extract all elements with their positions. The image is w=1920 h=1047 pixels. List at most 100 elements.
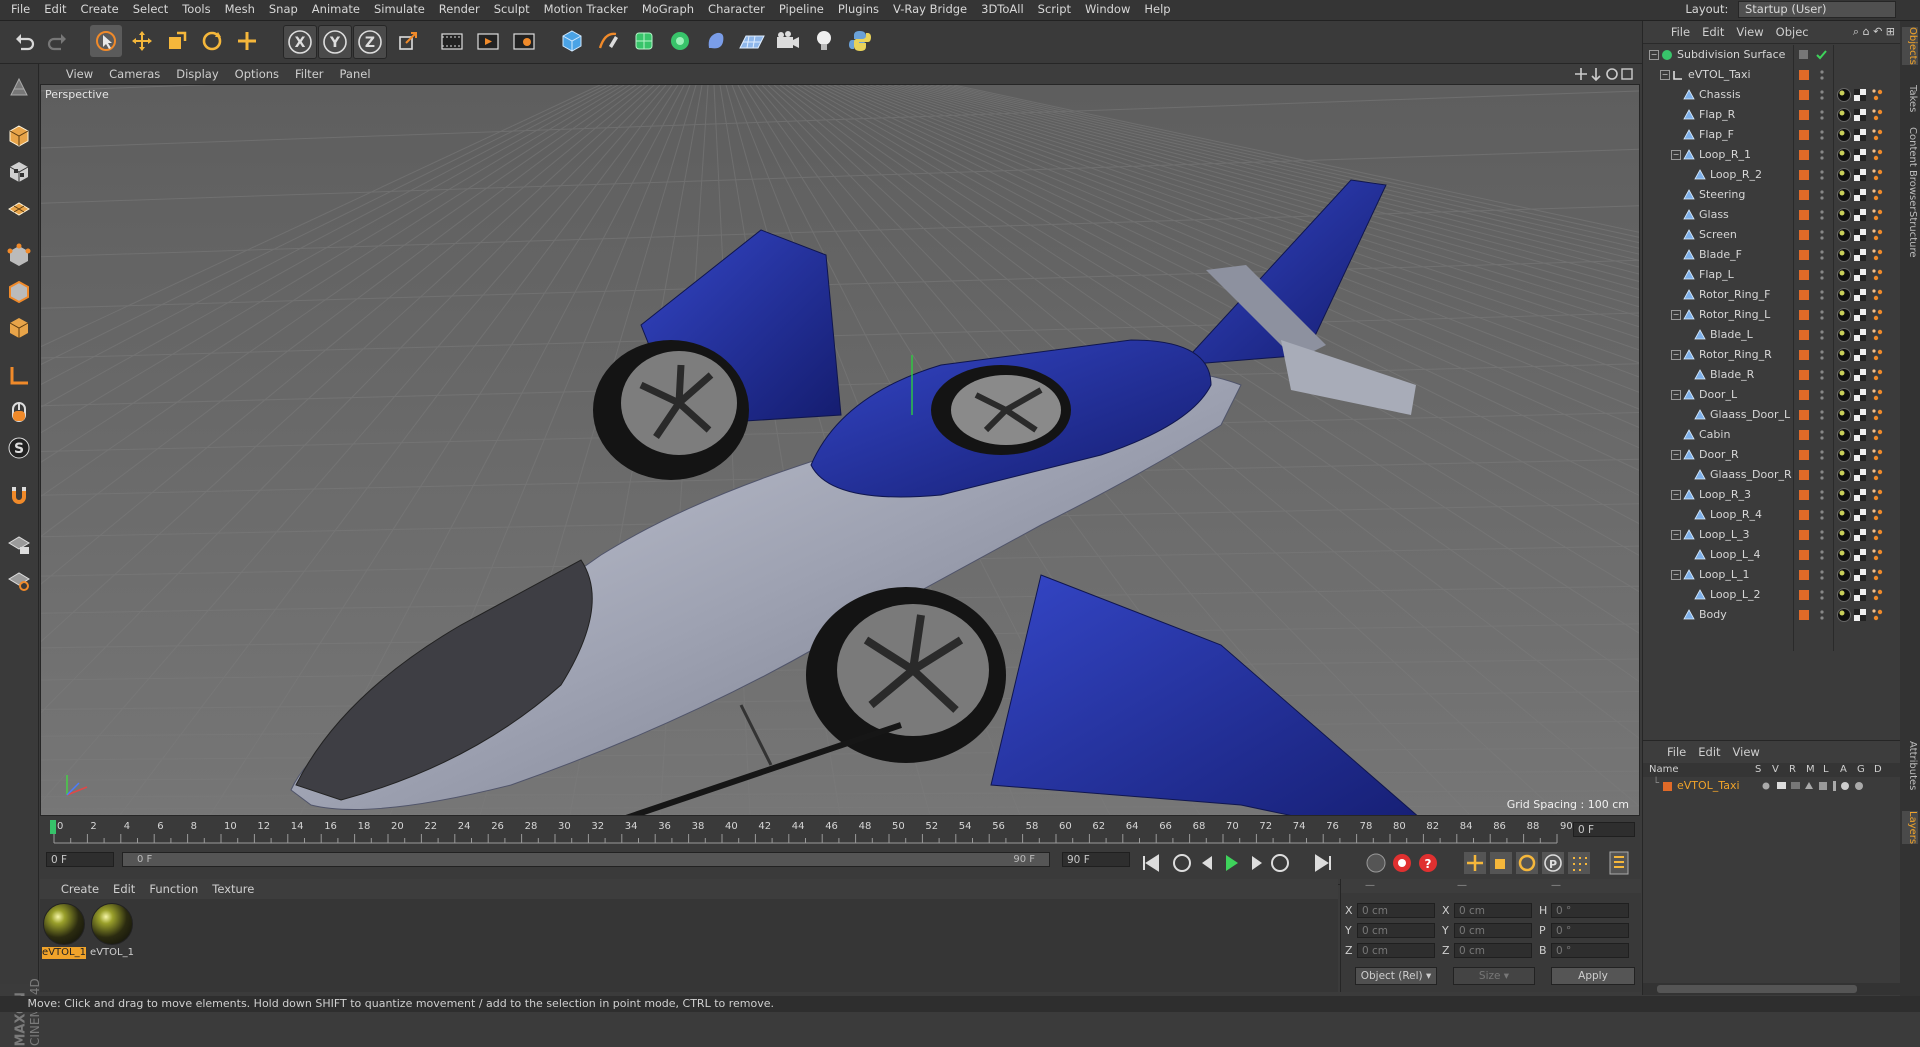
texture-tag-icon[interactable]	[1854, 129, 1866, 141]
coord-value-field[interactable]: 0 cm	[1357, 943, 1435, 958]
layer-color-swatch[interactable]	[1799, 330, 1809, 340]
make-editable-icon[interactable]	[3, 72, 35, 104]
material-tag-icon[interactable]	[1837, 588, 1851, 602]
side-tab-structure[interactable]: Structure	[1902, 211, 1918, 258]
layer-color-swatch[interactable]	[1799, 450, 1809, 460]
layer-color-swatch[interactable]	[1799, 270, 1809, 280]
deformer-icon[interactable]	[700, 25, 732, 57]
object-tags[interactable]	[1836, 507, 1896, 523]
viewport-menu-options[interactable]: Options	[227, 64, 287, 84]
expand-toggle[interactable]: −	[1671, 310, 1681, 320]
edges-mode-icon[interactable]	[3, 276, 35, 308]
next-frame-icon[interactable]	[1252, 856, 1262, 870]
texture-tag-icon[interactable]	[1854, 289, 1866, 301]
layer-color-swatch[interactable]	[1663, 782, 1672, 791]
object-row[interactable]: Glaass_Door_R	[1643, 465, 1901, 485]
phong-tag-icon[interactable]	[1872, 149, 1883, 161]
visibility-dots[interactable]	[1819, 428, 1829, 442]
next-key-icon[interactable]	[1271, 854, 1289, 872]
size-mode-dropdown[interactable]: Size ▾	[1453, 967, 1535, 985]
object-row[interactable]: Glaass_Door_L	[1643, 405, 1901, 425]
visibility-dots[interactable]	[1819, 108, 1829, 122]
menu-help[interactable]: Help	[1137, 0, 1177, 19]
viewport-menu-panel[interactable]: Panel	[332, 64, 379, 84]
coord-value-field[interactable]: 0 cm	[1454, 923, 1532, 938]
layer-column-header[interactable]: R	[1789, 763, 1796, 777]
texture-tag-icon[interactable]	[1854, 89, 1866, 101]
texture-tag-icon[interactable]	[1854, 169, 1866, 181]
layer-color-swatch[interactable]	[1799, 550, 1809, 560]
object-row[interactable]: Screen	[1643, 225, 1901, 245]
object-menu-edit[interactable]: Edit	[1696, 21, 1730, 43]
phong-tag-icon[interactable]	[1872, 609, 1883, 621]
phong-tag-icon[interactable]	[1872, 329, 1883, 341]
model-mode-icon[interactable]	[3, 120, 35, 152]
rotation-key-icon[interactable]	[1516, 852, 1538, 874]
object-row[interactable]: Loop_L_2	[1643, 585, 1901, 605]
rotate-tool-icon[interactable]	[196, 25, 228, 57]
object-tags[interactable]	[1836, 107, 1896, 123]
menu-script[interactable]: Script	[1031, 0, 1078, 19]
material-menu-create[interactable]: Create	[54, 879, 106, 899]
object-row[interactable]: Loop_L_4	[1643, 545, 1901, 565]
texture-tag-icon[interactable]	[1854, 229, 1866, 241]
menu-create[interactable]: Create	[74, 0, 126, 19]
object-row[interactable]: − Rotor_Ring_L	[1643, 305, 1901, 325]
parameter-key-icon[interactable]: P	[1542, 852, 1564, 874]
material-tag-icon[interactable]	[1837, 408, 1851, 422]
layer-color-swatch[interactable]	[1799, 190, 1809, 200]
layer-column-header[interactable]: Name	[1649, 763, 1679, 777]
texture-tag-icon[interactable]	[1854, 269, 1866, 281]
material-tag-icon[interactable]	[1837, 328, 1851, 342]
texture-tag-icon[interactable]	[1854, 469, 1866, 481]
object-tags[interactable]	[1836, 587, 1896, 603]
visibility-dots[interactable]	[1819, 268, 1829, 282]
visibility-dots[interactable]	[1819, 448, 1829, 462]
texture-tag-icon[interactable]	[1854, 109, 1866, 121]
expand-toggle[interactable]: −	[1671, 350, 1681, 360]
object-row[interactable]: − Loop_L_1	[1643, 565, 1901, 585]
viewport-menu-filter[interactable]: Filter	[287, 64, 331, 84]
coordinate-system-icon[interactable]	[392, 25, 424, 57]
phong-tag-icon[interactable]	[1872, 469, 1883, 481]
visibility-dots[interactable]	[1819, 508, 1829, 522]
visibility-dots[interactable]	[1819, 368, 1829, 382]
visibility-dots[interactable]	[1819, 468, 1829, 482]
workplane-icon[interactable]	[3, 192, 35, 224]
menu-render[interactable]: Render	[432, 0, 487, 19]
visibility-dots[interactable]	[1819, 88, 1829, 102]
side-tab-layers[interactable]: Layers	[1902, 811, 1918, 845]
object-row[interactable]: Steering	[1643, 185, 1901, 205]
visibility-dots[interactable]	[1819, 208, 1829, 222]
menu-simulate[interactable]: Simulate	[367, 0, 432, 19]
home-icon[interactable]: ⌂	[1863, 25, 1870, 38]
menu-animate[interactable]: Animate	[305, 0, 367, 19]
layer-color-swatch[interactable]	[1799, 490, 1809, 500]
timeline-ruler[interactable]: 0 2 4 6 8 10 12 14 16 18 20 22 24 26 28 30 32 34 36 38 40 42 4…	[40, 816, 1640, 850]
apply-button[interactable]: Apply	[1551, 967, 1635, 985]
menu-plugins[interactable]: Plugins	[831, 0, 886, 19]
move-tool-icon[interactable]	[126, 25, 158, 57]
record-keys-icon[interactable]	[1366, 853, 1386, 873]
object-tags[interactable]	[1836, 367, 1896, 383]
object-row[interactable]: Flap_L	[1643, 265, 1901, 285]
object-tags[interactable]	[1836, 287, 1896, 303]
phong-tag-icon[interactable]	[1872, 89, 1883, 101]
object-row[interactable]: Loop_R_4	[1643, 505, 1901, 525]
perspective-viewport[interactable]: Perspective Grid Spacing : 100 cm	[40, 84, 1640, 816]
object-row[interactable]: Glass	[1643, 205, 1901, 225]
material-tag-icon[interactable]	[1837, 228, 1851, 242]
visibility-dots[interactable]	[1819, 248, 1829, 262]
layer-color-swatch[interactable]	[1799, 510, 1809, 520]
light-object-icon[interactable]	[808, 25, 840, 57]
object-row[interactable]: Rotor_Ring_F	[1643, 285, 1901, 305]
expand-toggle[interactable]: −	[1649, 50, 1659, 60]
z-axis-lock-icon[interactable]: Z	[353, 25, 387, 59]
layer-color-swatch[interactable]	[1799, 150, 1809, 160]
object-row[interactable]: − Loop_R_1	[1643, 145, 1901, 165]
texture-tag-icon[interactable]	[1854, 509, 1866, 521]
layer-color-swatch[interactable]	[1799, 310, 1809, 320]
texture-tag-icon[interactable]	[1854, 149, 1866, 161]
object-tags[interactable]	[1836, 607, 1896, 623]
texture-tag-icon[interactable]	[1854, 429, 1866, 441]
